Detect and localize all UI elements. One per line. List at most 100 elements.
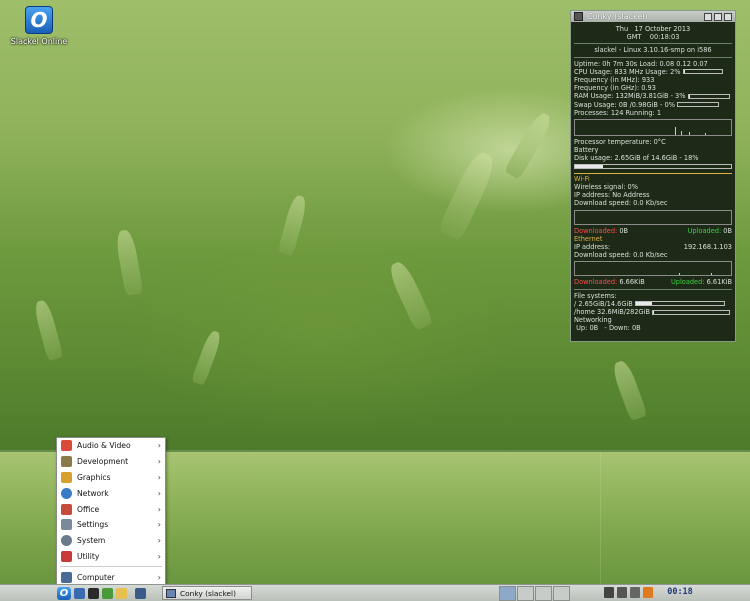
conky-titlebar[interactable]: Conky (slackel) [571,11,735,22]
settings-icon [61,519,72,531]
divider [574,43,732,45]
ethernet-download-speed: Download speed: 0.0 Kb/sec [574,251,668,260]
desktop-3-button[interactable] [535,586,552,601]
menu-item-development[interactable]: Development › [57,454,165,470]
slackel-online-icon: O [25,6,53,34]
update-icon[interactable] [643,587,653,598]
clock[interactable]: 00:18 [660,586,700,599]
conky-time: 00:18:03 [649,33,680,42]
conky-ram: RAM Usage: 132MiB/3.81GiB - 3% [574,92,686,101]
net-up-label: Up: [576,324,588,333]
application-menu[interactable]: Audio & Video › Development › Graphics › Ne… [56,437,166,589]
swap-bar [677,102,720,108]
text-editor-icon[interactable] [116,587,127,599]
ethernet-ip-label: IP address: [574,243,611,252]
cpu-bar [682,69,723,75]
desktop-2-button[interactable] [517,586,534,601]
desktop-4-button[interactable] [553,586,570,601]
graphics-icon [61,471,72,483]
fs-home: /home 32.6MiB/282GiB [574,308,651,317]
ethernet-uploaded-label: Uploaded: [670,278,705,287]
network-icon [61,487,72,499]
desktop-icon-label: Slackel Online [10,37,68,46]
conky-uptime: Uptime: 0h 7m 30s Load: 0.08 0.12 0.07 [574,59,708,68]
display-tray-icon[interactable] [617,587,627,598]
wifi-graph [574,209,732,225]
wifi-downloaded-label: Downloaded: [574,226,618,235]
audio-video-icon [61,440,72,452]
taskbar-item-conky[interactable]: Conky (slackel) [162,586,252,600]
fs-root: / 2.65GiB/14.6GiB [574,299,633,308]
net-down-label: - Down: [604,324,630,333]
conky-swap: Swap Usage: 0B /0.98GiB - 0% [574,100,675,109]
menu-item-label: Graphics [77,472,111,482]
taskbar-item-label: Conky (slackel) [180,588,236,598]
conky-cpu: CPU Usage: 833 MHz Usage: 2% [574,67,681,76]
wifi-downloaded: 0B [619,226,629,235]
office-icon [61,503,72,515]
menu-item-label: Audio & Video [77,441,131,451]
start-menu-button[interactable]: O [57,586,71,600]
wifi-signal: Wireless signal: 0% [574,183,638,192]
close-button[interactable] [724,12,732,21]
wifi-uploaded: 0B [723,226,732,235]
chevron-right-icon: › [157,572,161,582]
maximize-button[interactable] [714,12,722,21]
conky-processes: Processes: 124 Running: 1 [574,108,662,117]
menu-item-system[interactable]: System › [57,533,165,549]
divider [574,288,732,290]
menu-item-utility[interactable]: Utility › [57,549,165,565]
chevron-right-icon: › [157,457,161,467]
chevron-right-icon: › [157,536,161,546]
menu-item-computer[interactable]: Computer › [57,569,165,585]
conky-window[interactable]: Conky (slackel) Thu 17 October 2013 GMT … [570,10,736,342]
fs-root-bar [634,301,725,307]
ethernet-downloaded-label: Downloaded: [574,278,618,287]
conky-freq-ghz: Frequency (in GHz): 0.93 [574,84,656,93]
minimize-button[interactable] [704,12,712,21]
file-manager-icon[interactable] [74,587,85,599]
bottom-panel: O Conky (slackel) 00:18 [0,584,750,601]
terminal-icon[interactable] [88,587,99,599]
package-manager-icon[interactable] [102,587,113,599]
conky-system-line: slackel - Linux 3.10.16-smp on i586 [594,46,712,55]
desktop-pager[interactable] [499,586,571,601]
menu-item-label: Computer [77,572,115,582]
chevron-right-icon: › [157,472,161,482]
show-desktop-icon[interactable] [135,587,146,599]
chevron-right-icon: › [157,551,161,561]
cpu-graph [574,119,732,137]
menu-item-office[interactable]: Office › [57,501,165,517]
conky-title: Conky (slackel) [587,12,648,21]
menu-item-settings[interactable]: Settings › [57,517,165,533]
system-icon [61,535,72,547]
divider [574,56,732,58]
ethernet-uploaded: 6.61KiB [706,278,732,287]
ethernet-title: Ethernet [574,234,603,243]
wifi-divider [574,172,732,174]
conky-battery: Battery [574,146,599,155]
development-icon [61,456,72,468]
ram-bar [687,93,730,99]
conky-disk: Disk usage: 2.65GiB of 14.6GiB - 18% [574,154,699,163]
window-menu-icon[interactable] [574,12,583,21]
menu-item-label: Network [77,488,109,498]
menu-item-network[interactable]: Network › [57,485,165,501]
fs-home-bar [652,309,731,315]
conky-day: Thu [615,25,629,33]
menu-item-label: Utility [77,551,100,561]
menu-item-audio-video[interactable]: Audio & Video › [57,438,165,454]
menu-item-label: Development [77,457,129,467]
net-up: 0B [589,324,599,333]
menu-item-graphics[interactable]: Graphics › [57,470,165,486]
desktop-icon-slackel-online[interactable]: O Slackel Online [8,6,70,46]
menu-item-label: System [77,536,106,546]
computer-icon [61,571,72,583]
menu-item-label: Settings [77,520,109,530]
volume-icon[interactable] [630,587,640,598]
chevron-right-icon: › [157,488,161,498]
desktop-1-button[interactable] [499,586,516,601]
menu-separator [60,566,162,568]
ethernet-ip: 192.168.1.103 [683,243,732,252]
network-tray-icon[interactable] [604,587,614,598]
